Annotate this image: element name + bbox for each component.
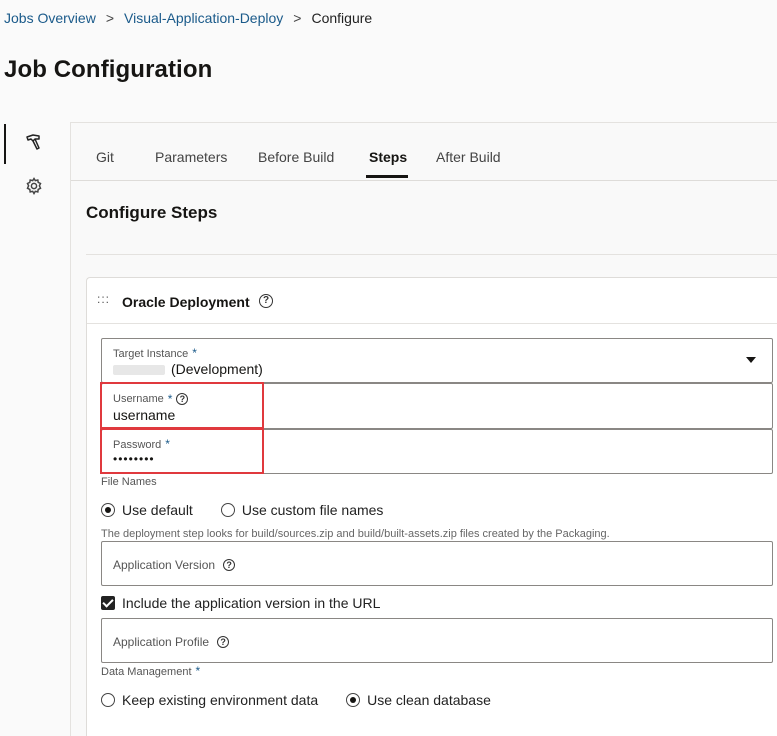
radio-label: Keep existing environment data <box>122 692 319 708</box>
radio-label: Use default <box>122 502 193 518</box>
include-version-checkbox[interactable]: Include the application version in the U… <box>101 595 380 611</box>
include-version-label: Include the application version in the U… <box>122 595 381 611</box>
breadcrumb-jobs-overview[interactable]: Jobs Overview <box>4 10 96 26</box>
card-header: ::: Oracle Deployment ? <box>87 278 777 324</box>
username-value: username <box>113 407 176 423</box>
section-title: Configure Steps <box>86 203 218 222</box>
radio-label: Use custom file names <box>241 502 384 518</box>
tab-bar: Git Parameters Before Build Steps After … <box>71 123 777 181</box>
application-version-field[interactable]: Application Version ? <box>101 541 773 586</box>
help-icon[interactable]: ? <box>176 393 189 405</box>
required-marker: * <box>195 664 201 678</box>
tab-git[interactable]: Git <box>96 149 114 165</box>
breadcrumb-separator: > <box>105 10 114 26</box>
target-instance-label: Target Instance * <box>113 346 197 360</box>
card-title: Oracle Deployment <box>122 294 250 310</box>
main-panel: Git Parameters Before Build Steps After … <box>70 122 777 736</box>
breadcrumb: Jobs Overview > Visual-Application-Deplo… <box>4 10 372 26</box>
breadcrumb-separator: > <box>293 10 302 26</box>
help-icon[interactable]: ? <box>217 636 230 648</box>
checkbox-checked[interactable] <box>101 596 115 610</box>
tab-before-build[interactable]: Before Build <box>258 149 334 165</box>
radio-label: Use clean database <box>367 692 491 708</box>
file-names-hint: The deployment step looks for build/sour… <box>101 528 610 540</box>
drag-handle-icon[interactable]: ::: <box>97 292 110 306</box>
tab-parameters[interactable]: Parameters <box>155 149 227 165</box>
application-profile-label-text: Application Profile <box>113 635 210 649</box>
left-rail <box>0 122 70 736</box>
password-value: •••••••• <box>113 452 155 466</box>
application-profile-label: Application Profile ? <box>113 635 230 649</box>
password-label-text: Password <box>113 439 162 451</box>
caret-down-icon <box>746 357 756 363</box>
file-names-radio-group: Use default Use custom file names <box>101 502 411 518</box>
data-management-label-text: Data Management <box>101 666 192 678</box>
radio-button[interactable] <box>346 693 361 707</box>
data-management-label: Data Management * <box>101 664 200 678</box>
redacted-text <box>113 365 165 376</box>
help-icon[interactable]: ? <box>223 559 236 571</box>
radio-use-custom[interactable]: Use custom file names <box>220 502 384 518</box>
target-instance-value-text: (Development) <box>171 361 263 377</box>
target-instance-label-text: Target Instance <box>113 348 189 360</box>
file-names-label: File Names <box>101 476 157 488</box>
radio-button[interactable] <box>101 503 115 517</box>
password-field[interactable]: Password * •••••••• <box>101 429 773 474</box>
radio-keep-existing[interactable]: Keep existing environment data <box>101 692 318 708</box>
rail-active-indicator <box>4 124 6 164</box>
tab-steps[interactable]: Steps <box>369 149 407 165</box>
tab-after-build[interactable]: After Build <box>436 149 501 165</box>
help-icon[interactable]: ? <box>259 294 273 308</box>
application-version-label: Application Version ? <box>113 558 236 572</box>
username-label-text: Username <box>113 393 164 405</box>
required-marker: * <box>167 392 173 406</box>
application-version-label-text: Application Version <box>113 558 216 572</box>
hammer-icon[interactable] <box>24 132 44 152</box>
application-profile-field[interactable]: Application Profile ? <box>101 618 773 663</box>
required-marker: * <box>192 346 197 360</box>
oracle-deployment-card: ::: Oracle Deployment ? Target Instance *… <box>86 277 777 736</box>
gear-icon[interactable] <box>24 176 44 196</box>
section-divider <box>86 254 777 255</box>
page-title: Job Configuration <box>4 56 213 83</box>
target-instance-value: (Development) <box>113 361 263 377</box>
tab-active-underline <box>366 175 408 178</box>
data-management-radio-group: Keep existing environment data Use clean… <box>101 692 519 708</box>
required-marker: * <box>165 437 170 451</box>
target-instance-select[interactable]: Target Instance * (Development) <box>101 338 773 383</box>
breadcrumb-job[interactable]: Visual-Application-Deploy <box>124 10 283 26</box>
password-label: Password * <box>113 437 170 451</box>
radio-button[interactable] <box>220 503 235 517</box>
username-label: Username * ? <box>113 392 189 406</box>
username-field[interactable]: Username * ? username <box>101 383 773 429</box>
radio-button[interactable] <box>101 693 115 707</box>
breadcrumb-current: Configure <box>311 10 373 26</box>
radio-use-default[interactable]: Use default <box>101 502 193 518</box>
radio-clean-database[interactable]: Use clean database <box>346 692 491 708</box>
